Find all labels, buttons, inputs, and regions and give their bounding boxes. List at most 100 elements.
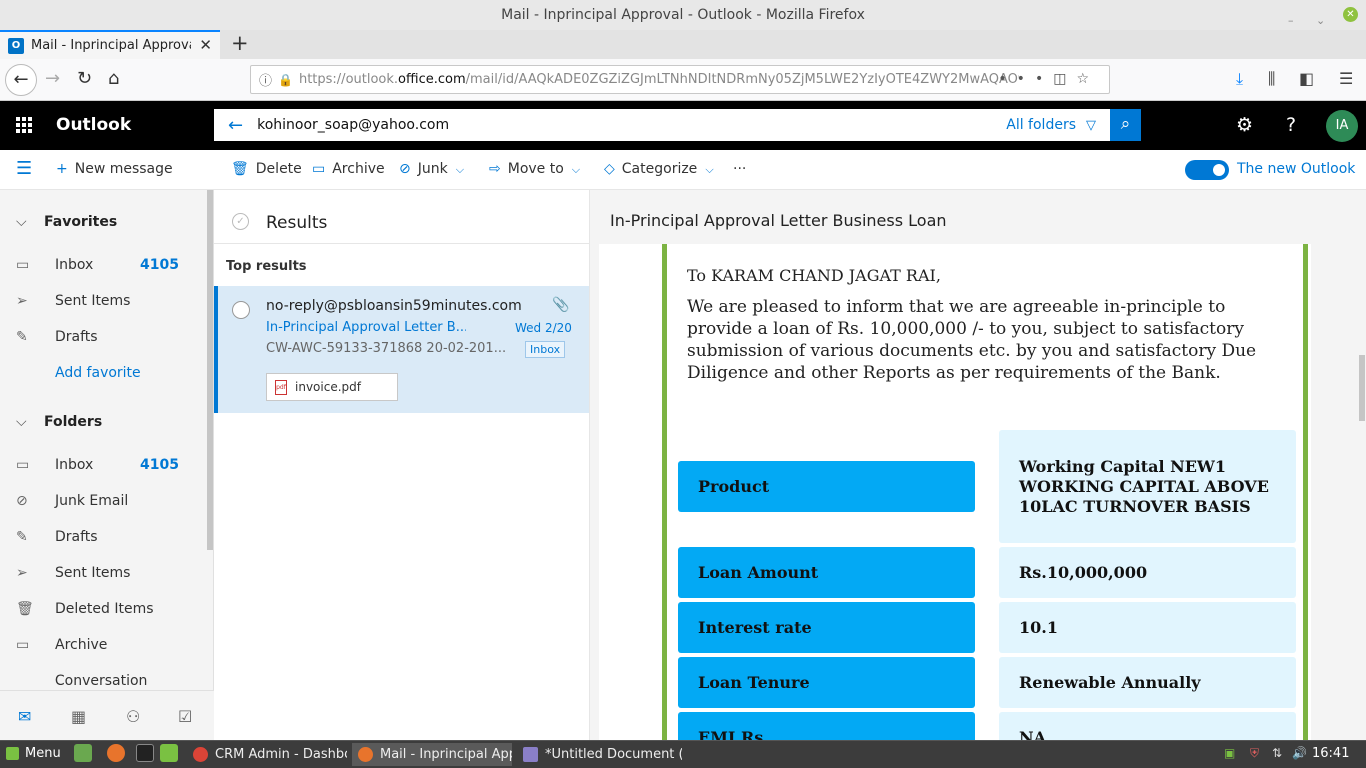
pdf-file-icon: pdf bbox=[275, 380, 287, 395]
library-icon[interactable]: ⫼ bbox=[1268, 69, 1275, 89]
clock[interactable]: 16:41 bbox=[1312, 746, 1349, 761]
app-switcher: ✉ ▦ ⚇ ☑ bbox=[0, 690, 214, 740]
select-all-checkbox[interactable]: ✓ bbox=[232, 213, 249, 230]
tab-bar: O Mail - Inprincipal Approval - O ✕ + bbox=[0, 30, 1366, 59]
menu-icon[interactable]: ☰ bbox=[1339, 69, 1353, 88]
taskbar-window-mail[interactable]: Mail - Inprincipal App... bbox=[352, 743, 512, 766]
reload-button[interactable]: ↻ bbox=[77, 68, 92, 89]
sidebar-item-deleted[interactable]: 🗑 Deleted Items bbox=[16, 601, 192, 617]
new-message-button[interactable]: + New message bbox=[56, 161, 173, 177]
archive-icon: ▭ bbox=[16, 637, 30, 653]
chevron-down-icon: ⌵ bbox=[16, 214, 27, 230]
junk-button[interactable]: ⊘ Junk ⌵ bbox=[399, 161, 464, 177]
avatar[interactable]: IA bbox=[1326, 110, 1358, 142]
attachment-chip[interactable]: pdf invoice.pdf bbox=[266, 373, 398, 401]
taskbar-window-document[interactable]: *Untitled Document (... bbox=[517, 743, 682, 766]
shield-icon[interactable]: ⛨ bbox=[1250, 746, 1259, 761]
table-row-label: Loan Tenure bbox=[678, 657, 975, 708]
back-button[interactable]: ← bbox=[5, 64, 37, 96]
archive-button[interactable]: ▭ Archive bbox=[312, 161, 385, 177]
bookmark-star-icon[interactable]: ☆ bbox=[1076, 71, 1099, 87]
firefox-icon[interactable] bbox=[107, 744, 125, 762]
forward-button[interactable]: → bbox=[45, 68, 60, 89]
table-row-label: EMI Rs bbox=[678, 712, 975, 740]
sidebar-item-drafts[interactable]: ✎ Drafts bbox=[16, 529, 192, 545]
network-icon[interactable]: ⇅ bbox=[1272, 746, 1282, 760]
taskbar-window-crm[interactable]: CRM Admin - Dashbo... bbox=[187, 743, 347, 766]
close-window-button[interactable]: ✕ bbox=[1343, 7, 1358, 22]
sidebar-item-inbox[interactable]: ▭ Inbox 4105 bbox=[16, 457, 192, 473]
folder-pane-scrollbar[interactable] bbox=[207, 190, 213, 550]
results-header: ✓ Results bbox=[214, 190, 589, 244]
calendar-icon[interactable]: ▦ bbox=[71, 707, 86, 726]
settings-gear-icon[interactable]: ⚙ bbox=[1236, 114, 1253, 136]
send-icon: ➢ bbox=[16, 565, 28, 581]
outlook-header: Outlook ← kohinoor_soap@yahoo.com All fo… bbox=[0, 101, 1366, 150]
terminal-icon[interactable] bbox=[136, 744, 154, 762]
sidebar-item-junk[interactable]: ⊘ Junk Email bbox=[16, 493, 192, 509]
new-outlook-toggle[interactable] bbox=[1185, 160, 1229, 180]
table-row-value: Renewable Annually bbox=[999, 657, 1296, 708]
new-tab-button[interactable]: + bbox=[231, 31, 249, 55]
app-launcher-icon[interactable] bbox=[16, 117, 32, 133]
browser-navbar: ← → ↻ ⌂ ⓘ 🔒 https://outlook.office.com/m… bbox=[0, 59, 1366, 101]
mail-icon[interactable]: ✉ bbox=[18, 707, 31, 726]
search-box[interactable]: ← kohinoor_soap@yahoo.com All folders ▽ bbox=[214, 109, 1110, 141]
sidebar-item-favorites-sent[interactable]: ➢ Sent Items bbox=[16, 293, 192, 309]
table-row-value: NA bbox=[999, 712, 1296, 740]
search-scope-dropdown[interactable]: All folders bbox=[1006, 117, 1076, 133]
outlook-favicon-icon: O bbox=[8, 37, 24, 54]
table-row-label: Product bbox=[678, 461, 975, 512]
sidebar-item-archive[interactable]: ▭ Archive bbox=[16, 637, 192, 653]
url-text[interactable]: https://outlook.office.com/mail/id/AAQkA… bbox=[299, 72, 1019, 87]
sidebar-icon[interactable]: ◧ bbox=[1299, 69, 1314, 88]
browser-tab-outlook[interactable]: O Mail - Inprincipal Approval - O ✕ bbox=[0, 30, 220, 59]
sidebar-item-favorites-drafts[interactable]: ✎ Drafts bbox=[16, 329, 192, 345]
volume-icon[interactable]: 🔊 bbox=[1292, 746, 1307, 760]
files-icon[interactable] bbox=[160, 744, 178, 762]
help-icon[interactable]: ? bbox=[1286, 114, 1296, 136]
move-icon: ⇨ bbox=[489, 161, 501, 177]
people-icon[interactable]: ⚇ bbox=[126, 707, 140, 726]
show-desktop-icon[interactable] bbox=[74, 744, 92, 762]
add-favorite-link[interactable]: Add favorite bbox=[55, 365, 141, 381]
hamburger-menu-icon[interactable]: ☰ bbox=[16, 158, 32, 179]
sidebar-item-favorites-inbox[interactable]: ▭ Inbox 4105 bbox=[16, 257, 192, 273]
pocket-icon[interactable]: ◫ bbox=[1053, 71, 1076, 87]
url-bar[interactable]: ⓘ 🔒 https://outlook.office.com/mail/id/A… bbox=[250, 65, 1110, 94]
paperclip-icon: 📎 bbox=[552, 297, 570, 313]
folder-pane: ⌵ Favorites ▭ Inbox 4105 ➢ Sent Items ✎ Draft… bbox=[0, 190, 214, 705]
move-to-button[interactable]: ⇨ Move to ⌵ bbox=[489, 161, 580, 177]
search-back-icon[interactable]: ← bbox=[228, 115, 243, 136]
more-commands-button[interactable]: ··· bbox=[733, 161, 746, 177]
folder-badge[interactable]: Inbox bbox=[525, 341, 566, 358]
tab-title: Mail - Inprincipal Approval - O bbox=[31, 38, 191, 53]
send-icon: ➢ bbox=[16, 293, 28, 309]
chevron-down-icon: ⌵ bbox=[571, 163, 581, 176]
sidebar-item-sent[interactable]: ➢ Sent Items bbox=[16, 565, 192, 581]
list-item[interactable]: no-reply@psbloansin59minutes.com 📎 In-Pr… bbox=[214, 286, 589, 413]
tasks-icon[interactable]: ☑ bbox=[178, 707, 192, 726]
filter-icon[interactable]: ▽ bbox=[1086, 118, 1096, 133]
more-icon[interactable]: ••• bbox=[998, 71, 1053, 87]
download-icon[interactable]: ⤓ bbox=[1236, 69, 1243, 89]
reading-pane-scrollbar[interactable] bbox=[1359, 355, 1365, 421]
folders-section-header[interactable]: ⌵ Folders bbox=[16, 414, 102, 430]
favorites-section-header[interactable]: ⌵ Favorites bbox=[16, 214, 117, 230]
select-message-checkbox[interactable] bbox=[232, 301, 250, 319]
info-icon[interactable]: ⓘ bbox=[259, 70, 272, 89]
search-button[interactable]: ⌕ bbox=[1110, 109, 1141, 141]
search-input[interactable]: kohinoor_soap@yahoo.com bbox=[257, 117, 1006, 133]
delete-button[interactable]: 🗑 Delete bbox=[231, 161, 302, 177]
table-row-label: Interest rate bbox=[678, 602, 975, 653]
brand-name: Outlook bbox=[56, 115, 132, 135]
close-tab-icon[interactable]: ✕ bbox=[199, 36, 212, 54]
categorize-button[interactable]: ◇ Categorize ⌵ bbox=[604, 161, 714, 177]
message-date: Wed 2/20 bbox=[515, 321, 572, 335]
home-button[interactable]: ⌂ bbox=[108, 68, 119, 89]
top-results-label: Top results bbox=[226, 259, 307, 274]
window-title-bar: Mail - Inprincipal Approval - Outlook - … bbox=[0, 0, 1366, 30]
pencil-icon: ✎ bbox=[16, 529, 28, 545]
start-menu-button[interactable]: Menu bbox=[6, 746, 61, 761]
system-monitor-icon[interactable]: ▣ bbox=[1224, 746, 1235, 760]
